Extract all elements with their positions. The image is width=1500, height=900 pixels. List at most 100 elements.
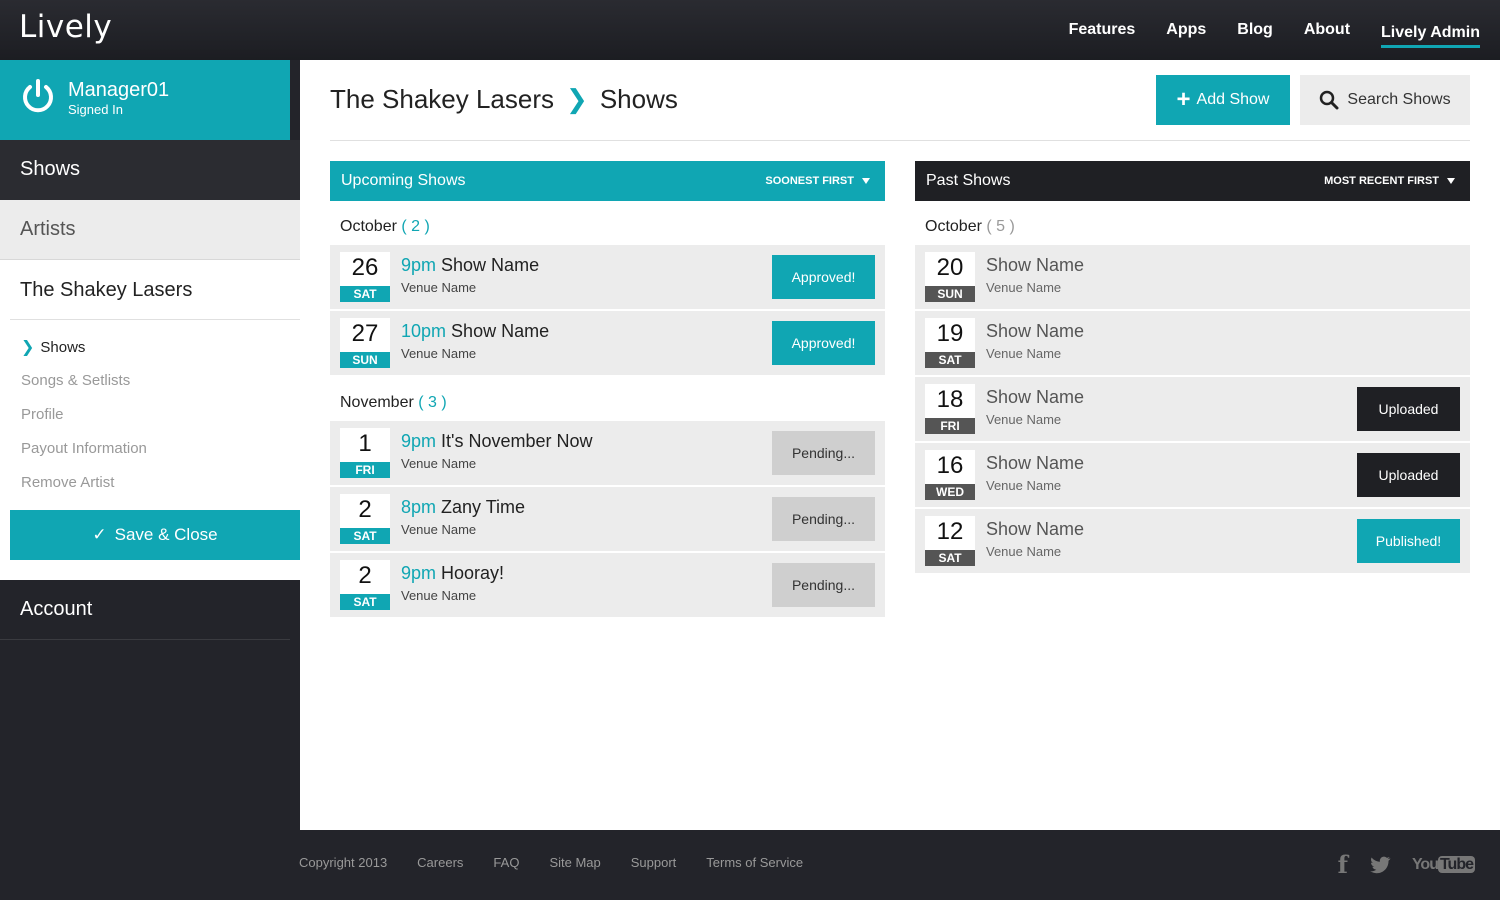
past-sort-label: MOST RECENT FIRST <box>1324 175 1439 187</box>
check-icon: ✓ <box>92 525 107 544</box>
date-badge: 2 SAT <box>340 560 390 610</box>
status-button[interactable]: Pending... <box>772 563 875 607</box>
chevron-right-icon: ❯ <box>566 84 588 114</box>
date-day: 18 <box>936 386 964 413</box>
nav-apps[interactable]: Apps <box>1166 15 1206 45</box>
panel-divider <box>10 319 300 320</box>
add-show-label: Add Show <box>1196 91 1270 108</box>
footer: Copyright 2013 Careers FAQ Site Map Supp… <box>299 830 1500 900</box>
sub-item-remove-artist[interactable]: Remove Artist <box>21 474 114 491</box>
upcoming-shows-list: October ( 2 ) 26 SAT 9pm Show Name Venue Nam… <box>330 201 885 617</box>
facebook-icon[interactable]: f <box>1338 850 1348 879</box>
date-badge: 19 SAT <box>925 318 975 368</box>
venue-name: Venue Name <box>401 522 477 537</box>
date-badge: 20 SUN <box>925 252 975 302</box>
show-row[interactable]: 12 SAT Show Name Venue Name Published! <box>915 509 1470 573</box>
top-bar: Lively Features Apps Blog About Lively A… <box>0 0 1500 60</box>
add-show-button[interactable]: + Add Show <box>1156 75 1290 125</box>
show-name: Show Name <box>986 519 1085 539</box>
user-box: Manager01 Signed In <box>0 60 290 140</box>
footer-link-faq[interactable]: FAQ <box>493 855 519 870</box>
show-title: 10pm Show Name <box>401 321 549 342</box>
date-badge: 27 SUN <box>340 318 390 368</box>
venue-name: Venue Name <box>401 456 477 471</box>
save-close-button[interactable]: ✓ Save & Close <box>10 510 300 560</box>
date-badge: 12 SAT <box>925 516 975 566</box>
month-count: ( 5 ) <box>986 218 1015 235</box>
show-row[interactable]: 26 SAT 9pm Show Name Venue Name Approved! <box>330 245 885 309</box>
show-title: 9pm Hooray! <box>401 563 504 584</box>
show-row[interactable]: 16 WED Show Name Venue Name Uploaded <box>915 443 1470 507</box>
footer-link-terms[interactable]: Terms of Service <box>706 855 803 870</box>
top-nav: Features Apps Blog About Lively Admin <box>1069 0 1480 60</box>
venue-name: Venue Name <box>986 346 1062 361</box>
status-button[interactable]: Approved! <box>772 321 875 365</box>
show-row[interactable]: 1 FRI 9pm It's November Now Venue Name Pendi… <box>330 421 885 485</box>
breadcrumb-artist[interactable]: The Shakey Lasers <box>330 84 554 115</box>
show-time: 9pm <box>401 563 437 583</box>
past-shows-header: Past Shows MOST RECENT FIRST <box>915 161 1470 201</box>
date-day: 19 <box>936 320 964 347</box>
past-shows-list: October ( 5 ) 20 SUN Show Name Venue Name 19 S… <box>915 201 1470 573</box>
lively-logo[interactable]: Lively <box>19 9 112 45</box>
sidebar-item-account[interactable]: Account <box>0 580 290 640</box>
show-row[interactable]: 2 SAT 8pm Zany Time Venue Name Pending... <box>330 487 885 551</box>
month-heading: November ( 3 ) <box>330 377 885 421</box>
status-button[interactable]: Pending... <box>772 431 875 475</box>
footer-link-site-map[interactable]: Site Map <box>549 855 600 870</box>
month-count: ( 2 ) <box>401 218 430 235</box>
show-name: Show Name <box>986 255 1085 275</box>
show-row[interactable]: 2 SAT 9pm Hooray! Venue Name Pending... <box>330 553 885 617</box>
sidebar-item-artists[interactable]: Artists <box>0 200 300 260</box>
status-button[interactable]: Uploaded <box>1357 387 1460 431</box>
show-row[interactable]: 19 SAT Show Name Venue Name <box>915 311 1470 375</box>
show-row[interactable]: 18 FRI Show Name Venue Name Uploaded <box>915 377 1470 441</box>
nav-about[interactable]: About <box>1304 15 1350 45</box>
sidebar: Manager01 Signed In Shows Artists The Sh… <box>0 60 300 830</box>
footer-link-support[interactable]: Support <box>631 855 677 870</box>
youtube-icon[interactable]: You Tube <box>1412 855 1475 874</box>
power-icon[interactable] <box>20 78 56 114</box>
caret-down-icon <box>1447 178 1455 184</box>
past-sort-dropdown[interactable]: MOST RECENT FIRST <box>1324 175 1459 187</box>
search-shows-button[interactable]: Search Shows <box>1300 75 1470 125</box>
status-button[interactable]: Approved! <box>772 255 875 299</box>
status-button[interactable]: Pending... <box>772 497 875 541</box>
date-weekday: SAT <box>340 286 390 302</box>
artist-name: The Shakey Lasers <box>20 279 193 301</box>
status-button[interactable]: Published! <box>1357 519 1460 563</box>
venue-name: Venue Name <box>401 346 477 361</box>
date-day: 27 <box>351 320 379 347</box>
footer-links: Copyright 2013 Careers FAQ Site Map Supp… <box>299 855 803 870</box>
venue-name: Venue Name <box>986 478 1062 493</box>
month-heading: October ( 5 ) <box>915 201 1470 245</box>
date-badge: 1 FRI <box>340 428 390 478</box>
sub-item-payout-information[interactable]: Payout Information <box>21 440 147 457</box>
show-row[interactable]: 20 SUN Show Name Venue Name <box>915 245 1470 309</box>
venue-name: Venue Name <box>986 544 1062 559</box>
show-title: Show Name <box>986 255 1084 276</box>
sidebar-item-shows[interactable]: Shows <box>0 140 300 200</box>
caret-down-icon <box>862 178 870 184</box>
sub-item-profile[interactable]: Profile <box>21 406 64 423</box>
plus-icon: + <box>1176 86 1191 113</box>
nav-blog[interactable]: Blog <box>1237 15 1273 45</box>
footer-link-careers[interactable]: Careers <box>417 855 463 870</box>
show-row[interactable]: 27 SUN 10pm Show Name Venue Name Approved! <box>330 311 885 375</box>
twitter-icon[interactable] <box>1368 853 1392 877</box>
show-title: Show Name <box>986 321 1084 342</box>
nav-features[interactable]: Features <box>1069 15 1136 45</box>
upcoming-shows-header: Upcoming Shows SOONEST FIRST <box>330 161 885 201</box>
status-button[interactable]: Uploaded <box>1357 453 1460 497</box>
show-name: Show Name <box>451 321 550 341</box>
show-name: Hooray! <box>441 563 505 583</box>
show-time: 8pm <box>401 497 437 517</box>
sub-item-songs-setlists[interactable]: Songs & Setlists <box>21 372 130 389</box>
nav-lively-admin[interactable]: Lively Admin <box>1381 18 1480 48</box>
date-day: 2 <box>358 562 372 589</box>
month-name: October <box>925 218 982 235</box>
upcoming-sort-dropdown[interactable]: SOONEST FIRST <box>765 175 874 187</box>
sub-item-shows[interactable]: ❯ Shows <box>21 337 85 357</box>
show-title: Show Name <box>986 519 1084 540</box>
user-status: Signed In <box>68 102 123 117</box>
